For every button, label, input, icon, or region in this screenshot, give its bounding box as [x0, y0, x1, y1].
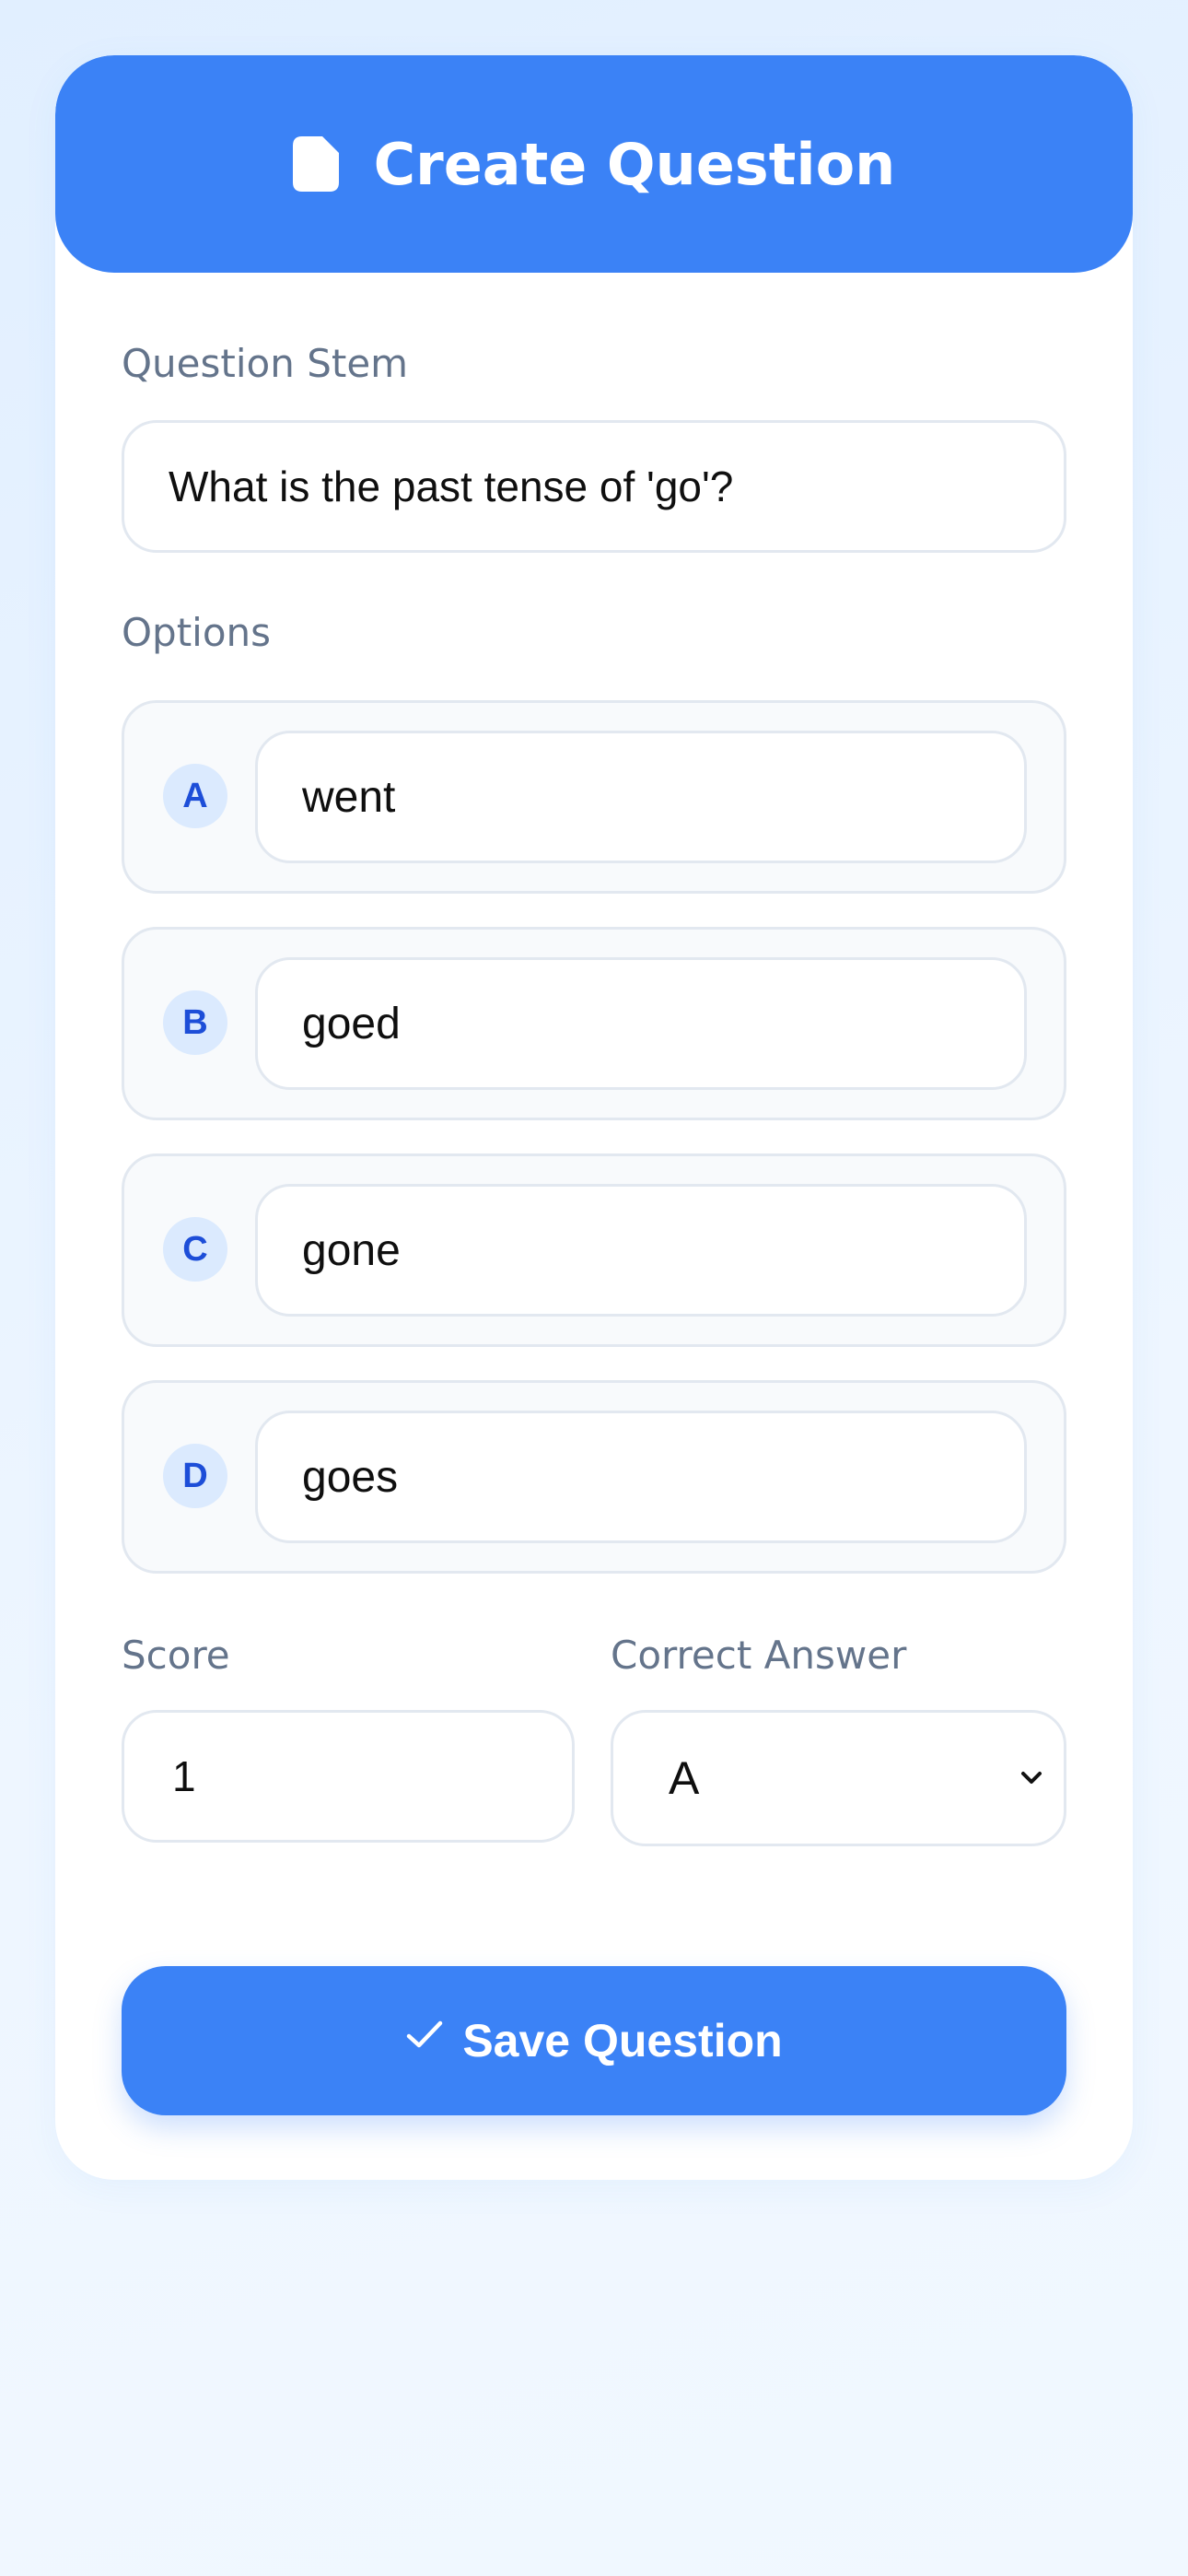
option-row-a: A went — [122, 700, 1066, 894]
save-question-button[interactable]: Save Question — [122, 1966, 1066, 2115]
chevron-down-icon — [1021, 1772, 1042, 1784]
document-icon — [292, 136, 339, 192]
question-stem-input[interactable]: What is the past tense of 'go'? — [122, 420, 1066, 553]
page-title: Create Question — [373, 130, 896, 198]
options-label: Options — [122, 610, 272, 655]
option-row-d: D goes — [122, 1380, 1066, 1574]
question-stem-label: Question Stem — [122, 341, 409, 386]
create-question-card: Create Question Question Stem What is th… — [55, 55, 1133, 2180]
option-input-c[interactable]: gone — [255, 1184, 1027, 1317]
check-icon — [407, 2020, 443, 2048]
option-badge: D — [163, 1444, 227, 1508]
correct-answer-value: A — [669, 1752, 700, 1804]
option-badge: A — [163, 764, 227, 828]
option-input-d[interactable]: goes — [255, 1411, 1027, 1543]
option-badge: B — [163, 990, 227, 1055]
option-input-b[interactable]: goed — [255, 957, 1027, 1090]
card-header: Create Question — [55, 55, 1133, 273]
option-row-b: B goed — [122, 927, 1066, 1120]
option-input-a[interactable]: went — [255, 731, 1027, 863]
save-button-label: Save Question — [462, 2015, 783, 2067]
correct-answer-select[interactable]: A — [611, 1710, 1066, 1846]
option-badge: C — [163, 1217, 227, 1282]
option-row-c: C gone — [122, 1153, 1066, 1347]
correct-answer-label: Correct Answer — [611, 1633, 907, 1678]
score-input[interactable]: 1 — [122, 1710, 575, 1843]
score-label: Score — [122, 1633, 230, 1678]
